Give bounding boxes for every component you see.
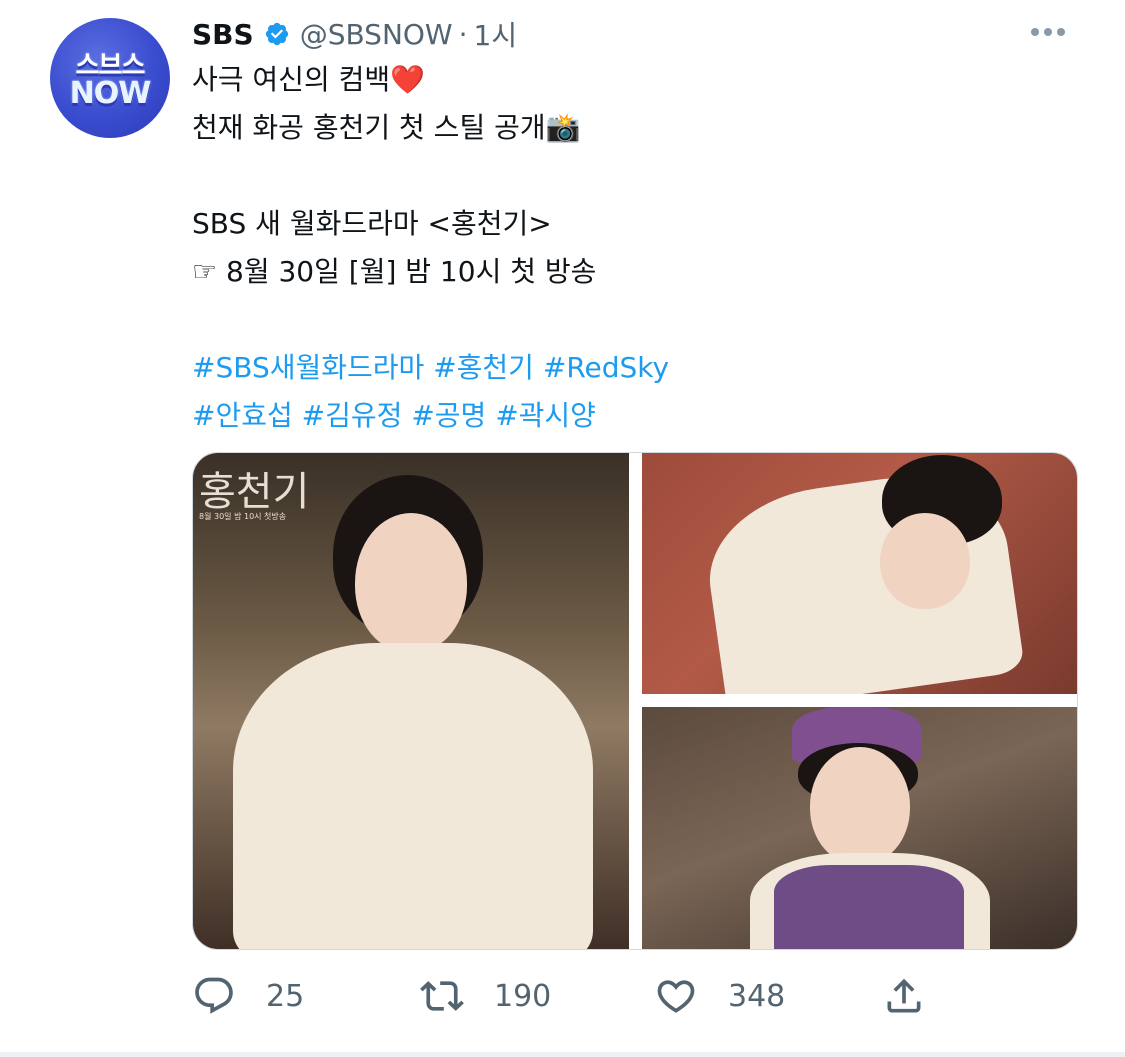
reply-icon bbox=[195, 977, 233, 1014]
handle[interactable]: @SBSNOW bbox=[300, 18, 453, 51]
like-count: 348 bbox=[728, 978, 786, 1014]
hashtag-link[interactable]: #SBS새월화드라마 bbox=[192, 351, 424, 384]
hashtag-link[interactable]: #안효섭 bbox=[192, 399, 293, 432]
bottom-divider bbox=[0, 1052, 1125, 1057]
more-dot bbox=[1057, 28, 1065, 36]
tweet-actions: 25 190 348 bbox=[192, 968, 952, 1024]
photo-1[interactable]: 홍천기 8월 30일 밤 10시 첫방송 bbox=[193, 453, 629, 949]
heart-emoji: ❤️ bbox=[390, 63, 425, 96]
photo-overlay-title: 홍천기 bbox=[199, 469, 310, 515]
timestamp[interactable]: 1시 bbox=[474, 14, 518, 54]
tweet-text: 사극 여신의 컴백❤️ 천재 화공 홍천기 첫 스틸 공개📸 SBS 새 월화드… bbox=[192, 56, 1072, 440]
text-line-3: SBS 새 월화드라마 <홍천기> bbox=[192, 207, 552, 240]
tweet-header: SBS @SBSNOW · 1시 bbox=[192, 14, 517, 54]
hashtag-link[interactable]: #공명 bbox=[411, 399, 486, 432]
avatar-text-now: NOW bbox=[69, 76, 152, 111]
verified-badge-icon bbox=[264, 21, 290, 47]
media-grid: 홍천기 8월 30일 밤 10시 첫방송 bbox=[192, 452, 1078, 950]
reply-button[interactable]: 25 bbox=[192, 968, 304, 1024]
reply-count: 25 bbox=[266, 978, 305, 1014]
more-options-icon[interactable] bbox=[1031, 22, 1073, 42]
more-dot bbox=[1044, 28, 1052, 36]
retweet-count: 190 bbox=[494, 978, 552, 1014]
separator-dot: · bbox=[458, 17, 468, 51]
retweet-icon bbox=[420, 981, 464, 1011]
text-line-4: ☞ 8월 30일 [월] 밤 10시 첫 방송 bbox=[192, 255, 597, 288]
text-line-2: 천재 화공 홍천기 첫 스틸 공개 bbox=[192, 111, 546, 144]
like-button[interactable]: 348 bbox=[654, 968, 785, 1024]
retweet-button[interactable]: 190 bbox=[420, 968, 551, 1024]
more-dot bbox=[1031, 28, 1039, 36]
hashtag-link[interactable]: #곽시양 bbox=[495, 399, 596, 432]
heart-icon bbox=[657, 980, 695, 1013]
hashtag-link[interactable]: #홍천기 bbox=[433, 351, 534, 384]
hashtag-link[interactable]: #김유정 bbox=[302, 399, 403, 432]
share-icon bbox=[887, 978, 921, 1013]
text-line-1: 사극 여신의 컴백 bbox=[192, 63, 391, 96]
display-name[interactable]: SBS bbox=[192, 18, 254, 51]
share-button[interactable] bbox=[882, 968, 926, 1024]
hashtag-link[interactable]: #RedSky bbox=[543, 351, 669, 384]
photo-3[interactable] bbox=[642, 707, 1077, 949]
profile-avatar[interactable]: 스브스 NOW bbox=[50, 18, 170, 138]
photo-overlay-subtitle: 8월 30일 밤 10시 첫방송 bbox=[199, 512, 287, 521]
photo-2[interactable] bbox=[642, 453, 1077, 694]
camera-flash-emoji: 📸 bbox=[545, 111, 581, 144]
